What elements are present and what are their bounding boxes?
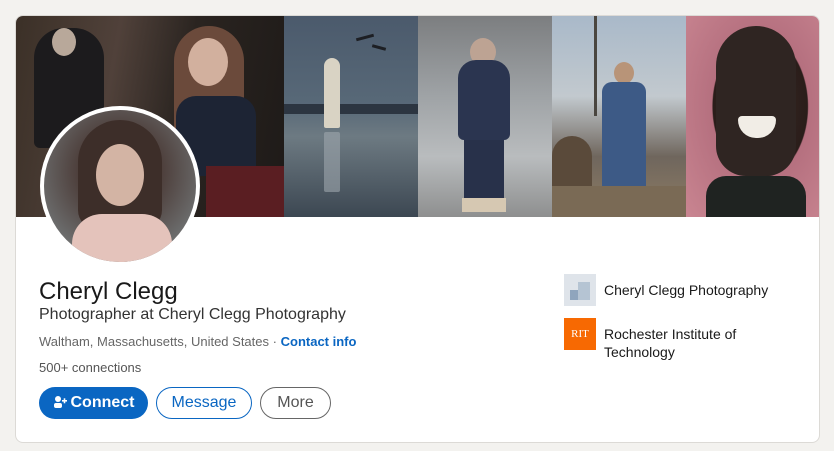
company-logo-icon [564, 274, 596, 306]
location-separator: · [272, 334, 277, 349]
profile-photo-frame[interactable] [40, 106, 200, 266]
profile-headline: Photographer at Cheryl Clegg Photography [39, 306, 346, 323]
banner-photo-4 [552, 16, 686, 217]
contact-info-link[interactable]: Contact info [281, 334, 357, 349]
profile-card: Cheryl Clegg Photographer at Cheryl Cleg… [15, 15, 820, 443]
connect-button[interactable]: Connect [39, 387, 148, 419]
profile-location: Waltham, Massachusetts, United States [39, 334, 270, 349]
profile-actions: Connect Message More [39, 387, 331, 419]
connect-label: Connect [70, 394, 135, 411]
org-school-name: Rochester Institute of Technology [604, 326, 737, 360]
org-company[interactable]: Cheryl Clegg Photography [564, 274, 784, 306]
message-button[interactable]: Message [156, 387, 252, 419]
banner-photo-2 [284, 16, 418, 217]
org-school[interactable]: RIT Rochester Institute of Technology [564, 318, 784, 361]
profile-photo[interactable] [44, 110, 196, 262]
add-person-icon [53, 395, 67, 412]
profile-name: Cheryl Clegg [39, 278, 178, 305]
profile-organizations: Cheryl Clegg Photography RIT Rochester I… [564, 274, 784, 373]
banner-photo-5 [686, 16, 819, 217]
banner-photo-3 [418, 16, 552, 217]
connections-count: 500+ connections [39, 360, 142, 375]
org-company-name: Cheryl Clegg Photography [604, 282, 769, 298]
profile-location-row: Waltham, Massachusetts, United States · … [39, 334, 356, 349]
more-button[interactable]: More [260, 387, 331, 419]
school-logo-icon: RIT [564, 318, 596, 350]
